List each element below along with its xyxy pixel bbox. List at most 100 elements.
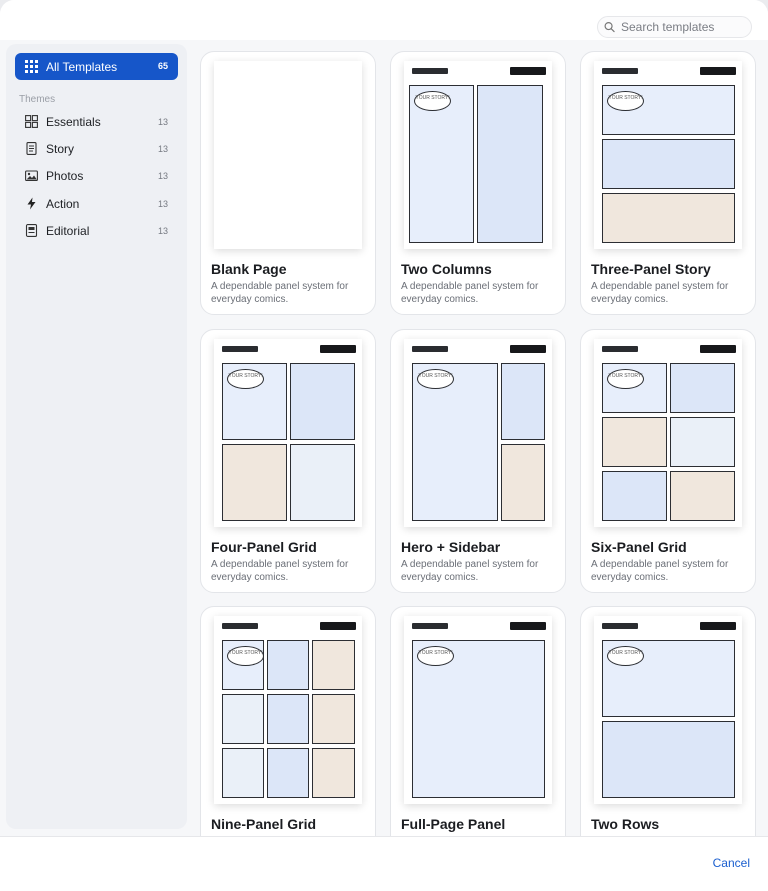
speech-bubble: YOUR STORY! bbox=[417, 369, 454, 389]
comic-panel bbox=[501, 444, 545, 521]
template-card-six-panel-grid[interactable]: YOUR STORY! Six-Panel Grid A dependable … bbox=[580, 329, 756, 593]
sidebar-item-label: Photos bbox=[46, 169, 84, 183]
template-thumbnail: YOUR STORY! bbox=[594, 616, 742, 804]
search-icon bbox=[604, 22, 615, 33]
template-description: A dependable panel system for everyday c… bbox=[211, 559, 349, 583]
sidebar-item-label: Essentials bbox=[46, 115, 101, 129]
comic-panel bbox=[602, 471, 667, 521]
template-card-two-rows[interactable]: YOUR STORY! Two Rows bbox=[580, 606, 756, 836]
template-name: Four-Panel Grid bbox=[211, 539, 317, 555]
comic-panel bbox=[602, 139, 735, 189]
comic-panel bbox=[267, 694, 309, 744]
thumbnail-tag bbox=[510, 67, 546, 75]
search-input[interactable] bbox=[621, 20, 751, 34]
template-card-four-panel-grid[interactable]: YOUR STORY! Four-Panel Grid A dependable… bbox=[200, 329, 376, 593]
thumbnail-title-bar bbox=[222, 346, 258, 352]
thumbnail-title-bar bbox=[412, 623, 448, 629]
comic-panel bbox=[670, 417, 735, 467]
sidebar-item-editorial[interactable]: Editorial 13 bbox=[15, 219, 178, 243]
sidebar-item-label: Editorial bbox=[46, 224, 90, 238]
template-name: Three-Panel Story bbox=[591, 261, 711, 277]
thumbnail-tag bbox=[320, 345, 356, 353]
comic-panel: YOUR STORY! bbox=[412, 640, 545, 798]
speech-bubble: YOUR STORY! bbox=[607, 646, 644, 666]
speech-bubble: YOUR STORY! bbox=[227, 646, 264, 666]
template-card-two-columns[interactable]: YOUR STORY! Two Columns A dependable pan… bbox=[390, 51, 566, 315]
template-card-full-page-panel[interactable]: YOUR STORY! Full-Page Panel bbox=[390, 606, 566, 836]
thumbnail-tag bbox=[700, 67, 736, 75]
comic-panel bbox=[312, 640, 355, 690]
comic-panel bbox=[222, 748, 264, 798]
template-name: Hero + Sidebar bbox=[401, 539, 501, 555]
template-name: Two Columns bbox=[401, 261, 492, 277]
comic-panel bbox=[290, 363, 355, 440]
comic-panel bbox=[312, 694, 355, 744]
template-grid: Blank Page A dependable panel system for… bbox=[193, 44, 768, 836]
search-field[interactable] bbox=[597, 16, 752, 38]
template-card-hero-sidebar[interactable]: YOUR STORY! Hero + Sidebar A dependable … bbox=[390, 329, 566, 593]
template-thumbnail: YOUR STORY! bbox=[594, 339, 742, 527]
speech-bubble: YOUR STORY! bbox=[414, 91, 451, 111]
comic-panel: YOUR STORY! bbox=[602, 640, 735, 717]
grid-four-icon bbox=[25, 115, 38, 128]
template-thumbnail bbox=[214, 61, 362, 249]
comic-panel bbox=[477, 85, 543, 243]
template-thumbnail: YOUR STORY! bbox=[404, 339, 552, 527]
template-card-three-panel-story[interactable]: YOUR STORY! Three-Panel Story A dependab… bbox=[580, 51, 756, 315]
bolt-icon bbox=[27, 197, 36, 210]
template-name: Six-Panel Grid bbox=[591, 539, 687, 555]
template-card-blank-page[interactable]: Blank Page A dependable panel system for… bbox=[200, 51, 376, 315]
sidebar-item-count: 13 bbox=[157, 199, 168, 209]
template-name: Full-Page Panel bbox=[401, 816, 506, 832]
photos-icon bbox=[25, 170, 38, 182]
grid-nine-icon bbox=[25, 60, 38, 73]
comic-panel bbox=[670, 363, 735, 413]
template-description: A dependable panel system for everyday c… bbox=[591, 559, 729, 583]
comic-panel bbox=[501, 363, 545, 440]
thumbnail-title-bar bbox=[602, 623, 638, 629]
thumbnail-tag bbox=[700, 622, 736, 630]
thumbnail-tag bbox=[320, 622, 356, 630]
sidebar-item-action[interactable]: Action 13 bbox=[15, 192, 178, 216]
sidebar-item-all-templates[interactable]: All Templates 65 bbox=[15, 53, 178, 80]
comic-panel bbox=[222, 694, 264, 744]
thumbnail-tag bbox=[510, 622, 546, 630]
comic-panel bbox=[670, 471, 735, 521]
document-icon bbox=[26, 142, 37, 155]
template-description: A dependable panel system for everyday c… bbox=[591, 281, 729, 305]
thumbnail-title-bar bbox=[602, 68, 638, 74]
sidebar-item-label: Action bbox=[46, 197, 80, 211]
sidebar-item-label: Story bbox=[46, 142, 75, 156]
sidebar-item-essentials[interactable]: Essentials 13 bbox=[15, 110, 178, 134]
speech-bubble: YOUR STORY! bbox=[417, 646, 454, 666]
sidebar-item-photos[interactable]: Photos 13 bbox=[15, 164, 178, 188]
template-description: A dependable panel system for everyday c… bbox=[211, 281, 349, 305]
sidebar-item-label: All Templates bbox=[46, 60, 118, 74]
speech-bubble: YOUR STORY! bbox=[607, 369, 644, 389]
speech-bubble: YOUR STORY! bbox=[227, 369, 264, 389]
newspaper-icon bbox=[25, 224, 38, 237]
comic-panel: YOUR STORY! bbox=[409, 85, 474, 243]
thumbnail-title-bar bbox=[412, 346, 448, 352]
template-card-nine-panel-grid[interactable]: YOUR STORY! Nine-Panel Grid bbox=[200, 606, 376, 836]
template-thumbnail: YOUR STORY! bbox=[404, 616, 552, 804]
footer-bar: Cancel bbox=[0, 836, 768, 891]
comic-panel: YOUR STORY! bbox=[412, 363, 498, 521]
cancel-button[interactable]: Cancel bbox=[713, 856, 750, 870]
sidebar-item-count: 13 bbox=[157, 171, 168, 181]
sidebar-item-story[interactable]: Story 13 bbox=[15, 137, 178, 161]
template-name: Blank Page bbox=[211, 261, 287, 277]
comic-panel bbox=[602, 721, 735, 798]
comic-panel: YOUR STORY! bbox=[602, 363, 667, 413]
sidebar-item-count: 13 bbox=[157, 117, 168, 127]
comic-panel bbox=[290, 444, 355, 521]
thumbnail-tag bbox=[510, 345, 546, 353]
thumbnail-title-bar bbox=[602, 346, 638, 352]
template-thumbnail: YOUR STORY! bbox=[214, 339, 362, 527]
template-name: Two Rows bbox=[591, 816, 660, 832]
template-thumbnail: YOUR STORY! bbox=[214, 616, 362, 804]
top-bar bbox=[0, 0, 768, 40]
thumbnail-title-bar bbox=[222, 623, 258, 629]
comic-panel bbox=[267, 748, 309, 798]
sidebar-item-count: 13 bbox=[157, 226, 168, 236]
